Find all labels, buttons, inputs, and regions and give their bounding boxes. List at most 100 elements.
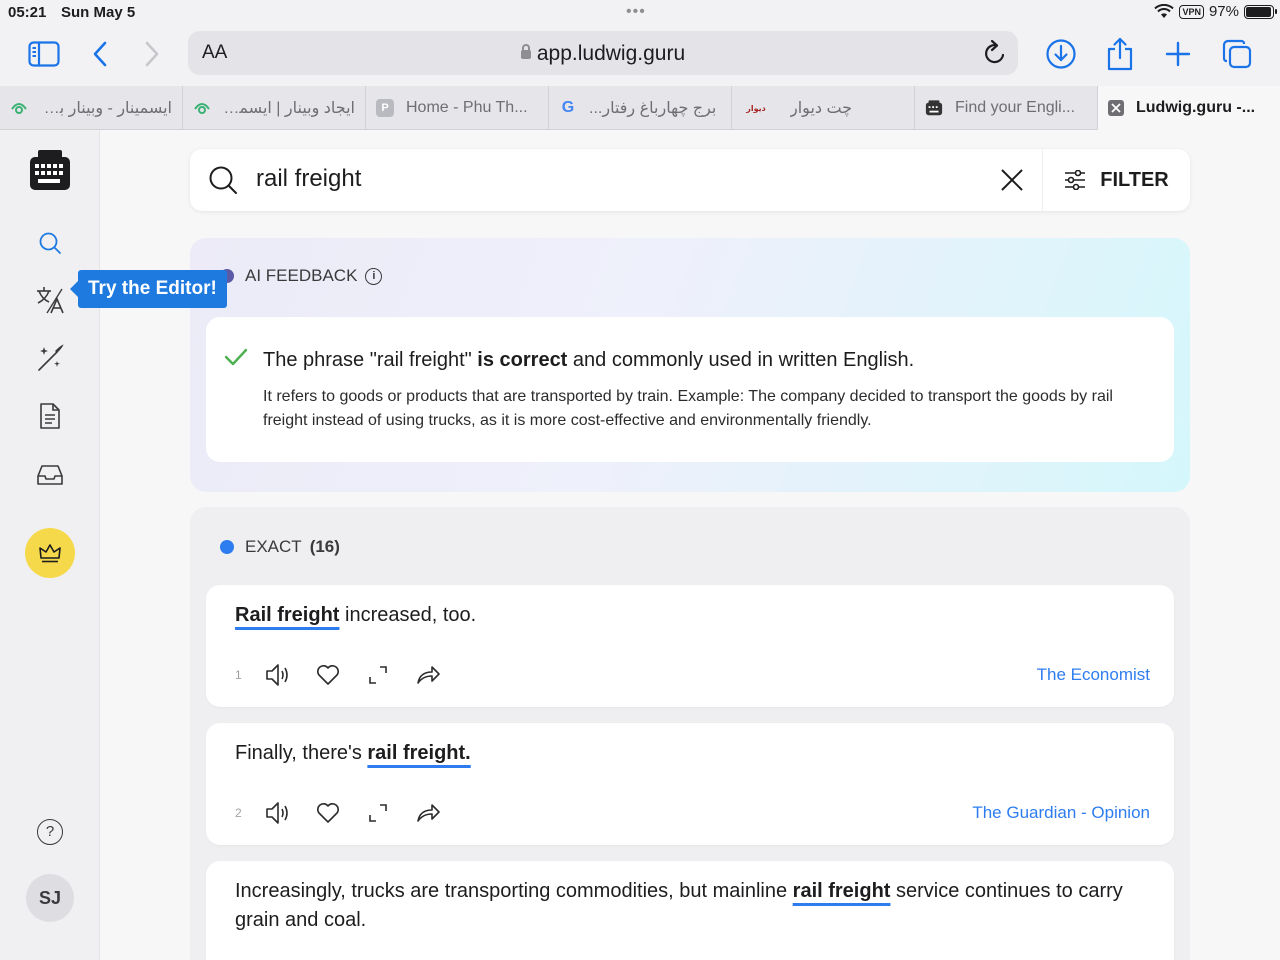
forward-icon[interactable] — [132, 36, 172, 72]
try-editor-tooltip[interactable]: Try the Editor! — [70, 270, 227, 308]
search-icon[interactable] — [208, 165, 238, 195]
vpn-badge: VPN — [1179, 4, 1204, 19]
speaker-icon[interactable] — [264, 661, 292, 689]
browser-tab[interactable]: دیوار چت دیوار — [732, 86, 915, 130]
p-icon: P — [376, 99, 394, 117]
tab-label: ایسمینار - وبینار بر... — [40, 100, 172, 117]
speaker-icon[interactable] — [264, 799, 292, 827]
exact-dot — [220, 540, 234, 554]
filter-button[interactable]: FILTER — [1042, 149, 1190, 211]
highlighted-phrase: rail freight — [792, 880, 891, 902]
result-number: 1 — [235, 668, 242, 682]
tab-label: برج چهارباغ رفتار... — [589, 100, 717, 117]
translate-icon[interactable] — [30, 280, 70, 320]
tab-label: ایجاد وبینار | ایسمی... — [223, 100, 355, 117]
result-card[interactable]: Increasingly, trucks are transporting co… — [206, 861, 1174, 960]
sentence-text-end: increased, too. — [339, 604, 477, 626]
exact-count: (16) — [309, 537, 340, 556]
sentence-text: Finally, there's — [235, 742, 368, 764]
checkmark-icon — [224, 347, 248, 367]
divar-icon: دیوار — [746, 103, 766, 113]
sidebar-toggle-icon[interactable] — [24, 36, 64, 72]
verdict-emphasis: is correct — [477, 349, 568, 371]
exact-title: EXACT — [245, 537, 302, 556]
reload-icon[interactable] — [982, 39, 1008, 67]
ai-feedback-header: AI FEEDBACK i — [220, 266, 383, 286]
close-tab-icon[interactable] — [1108, 100, 1124, 116]
status-date: Sun May 5 — [61, 4, 136, 21]
tab-label: Home - Phu Th... — [406, 99, 528, 116]
tabs-overview-icon[interactable] — [1217, 36, 1257, 72]
exact-header: EXACT (16) — [220, 537, 340, 557]
url-text: app.ludwig.guru — [536, 42, 686, 65]
app-sidebar: ? SJ — [0, 130, 100, 960]
tab-label: Find your Engli... — [955, 99, 1076, 116]
search-input[interactable]: rail freight — [256, 165, 361, 193]
status-time: 05:21 — [8, 4, 47, 21]
source-link[interactable]: The Economist — [1037, 665, 1150, 685]
share-arrow-icon[interactable] — [414, 799, 442, 827]
result-sentence: Increasingly, trucks are transporting co… — [235, 877, 1155, 935]
magic-wand-icon[interactable] — [30, 338, 70, 378]
browser-tab-active[interactable]: Ludwig.guru -... — [1098, 86, 1280, 130]
exact-results-panel: EXACT (16) Rail freight increased, too. … — [190, 507, 1190, 960]
status-bar: 05:21 Sun May 5 ••• VPN 97% — [0, 0, 1280, 26]
multitasking-dots[interactable]: ••• — [626, 3, 646, 21]
result-number: 2 — [235, 806, 242, 820]
tab-label: چت دیوار — [790, 100, 853, 117]
avatar[interactable]: SJ — [26, 874, 74, 922]
main-content: rail freight FILTER AI FEEDBACK i The ph… — [101, 130, 1280, 960]
share-icon[interactable] — [1100, 36, 1140, 72]
ai-verdict: The phrase "rail freight" is correct and… — [263, 349, 914, 372]
search-icon[interactable] — [30, 223, 70, 263]
result-actions — [264, 661, 442, 689]
verdict-text: The phrase "rail freight" — [263, 349, 478, 371]
expand-icon[interactable] — [364, 799, 392, 827]
eseminar-icon — [193, 99, 211, 117]
ai-feedback-card: The phrase "rail freight" is correct and… — [206, 317, 1174, 462]
browser-tab[interactable]: ایسمینار - وبینار بر... — [0, 86, 183, 130]
clear-search-icon[interactable] — [998, 166, 1026, 194]
ai-feedback-panel: AI FEEDBACK i The phrase "rail freight" … — [190, 238, 1190, 492]
result-card[interactable]: Finally, there's rail freight. 2 The Gua… — [206, 723, 1174, 845]
source-link[interactable]: The Guardian - Opinion — [972, 803, 1150, 823]
tab-label: Ludwig.guru -... — [1136, 99, 1256, 116]
lock-icon — [520, 44, 531, 59]
battery-icon — [1244, 4, 1277, 19]
result-card[interactable]: Rail freight increased, too. 1 The Econo… — [206, 585, 1174, 707]
url-display[interactable]: app.ludwig.guru — [188, 42, 1018, 66]
back-icon[interactable] — [80, 36, 120, 72]
browser-tab[interactable]: P Home - Phu Th... — [366, 86, 549, 130]
highlighted-phrase: Rail freight — [235, 604, 340, 626]
wifi-icon — [1154, 4, 1175, 18]
tab-bar: ایسمینار - وبینار بر... ایجاد وبینار | ا… — [0, 86, 1280, 130]
browser-tab[interactable]: G برج چهارباغ رفتار... — [549, 86, 732, 130]
result-sentence: Rail freight increased, too. — [235, 601, 1155, 630]
share-arrow-icon[interactable] — [414, 661, 442, 689]
expand-icon[interactable] — [364, 661, 392, 689]
ludwig-icon — [925, 99, 943, 117]
browser-toolbar: AA app.ludwig.guru — [0, 26, 1280, 86]
browser-tab[interactable]: ایجاد وبینار | ایسمی... — [183, 86, 366, 130]
heart-icon[interactable] — [314, 799, 342, 827]
eseminar-icon — [10, 99, 28, 117]
browser-tab[interactable]: Find your Engli... — [915, 86, 1098, 130]
verdict-text-end: and commonly used in written English. — [567, 349, 915, 371]
filter-sliders-icon — [1065, 170, 1086, 190]
result-actions — [264, 799, 442, 827]
result-sentence: Finally, there's rail freight. — [235, 739, 1155, 768]
editor-icon[interactable] — [30, 396, 70, 436]
inbox-icon[interactable] — [30, 455, 70, 495]
info-icon[interactable]: i — [365, 267, 383, 285]
google-icon: G — [561, 99, 575, 116]
ai-feedback-title: AI FEEDBACK — [245, 266, 358, 285]
crown-icon — [39, 544, 61, 563]
heart-icon[interactable] — [314, 661, 342, 689]
address-bar[interactable]: AA app.ludwig.guru — [188, 31, 1018, 75]
downloads-icon[interactable] — [1041, 36, 1081, 72]
premium-crown-button[interactable] — [25, 528, 75, 578]
new-tab-icon[interactable] — [1158, 36, 1198, 72]
help-icon[interactable]: ? — [37, 819, 63, 845]
ludwig-logo-icon[interactable] — [28, 148, 72, 192]
search-bar: rail freight FILTER — [190, 149, 1190, 211]
